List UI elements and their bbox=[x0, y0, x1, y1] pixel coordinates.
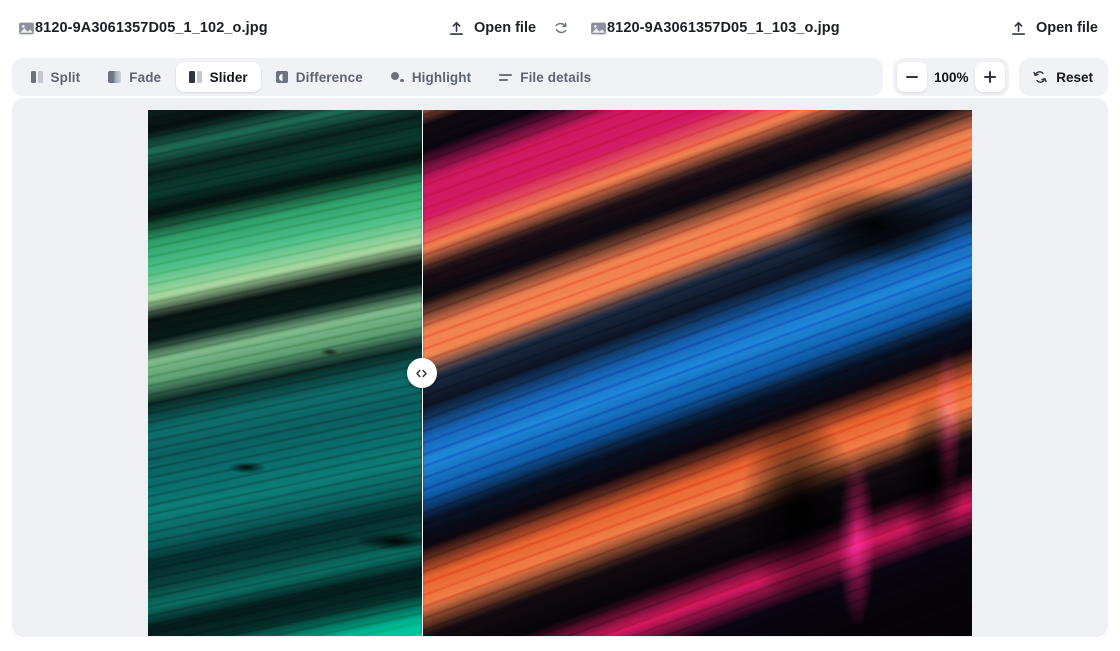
plus-icon bbox=[984, 71, 997, 83]
tab-file-details-label: File details bbox=[520, 69, 592, 85]
highlight-dots-icon bbox=[390, 71, 404, 83]
tab-fade-label: Fade bbox=[129, 69, 162, 85]
swap-arrow-icon bbox=[553, 20, 569, 36]
tab-highlight-label: Highlight bbox=[411, 69, 472, 85]
slider-handle[interactable] bbox=[406, 358, 437, 388]
slider-bars-icon bbox=[189, 71, 202, 83]
open-file-right-label: Open file bbox=[1035, 20, 1098, 36]
tab-slider[interactable]: Slider bbox=[176, 62, 261, 92]
header-bar: 8120-9A3061357D05_1_102_o.jpg Open file bbox=[0, 0, 1120, 56]
split-bars-icon bbox=[31, 71, 43, 83]
left-file-chip[interactable]: 8120-9A3061357D05_1_102_o.jpg bbox=[18, 20, 268, 37]
zoom-in-button[interactable] bbox=[975, 62, 1006, 92]
right-file-chip[interactable]: 8120-9A3061357D05_1_103_o.jpg bbox=[590, 20, 840, 37]
image-stage[interactable] bbox=[148, 110, 972, 636]
right-file-name: 8120-9A3061357D05_1_103_o.jpg bbox=[607, 20, 840, 36]
view-mode-tabs: Split Fade Slider Difference Highlight F… bbox=[12, 58, 884, 96]
zoom-level-value: 100% bbox=[933, 69, 969, 85]
tab-split[interactable]: Split bbox=[18, 62, 93, 92]
minus-icon bbox=[906, 76, 919, 78]
upload-icon bbox=[1010, 20, 1027, 37]
viewer-container bbox=[0, 98, 1120, 651]
difference-icon bbox=[275, 71, 288, 83]
fade-gradient-icon bbox=[108, 71, 122, 83]
swap-images-button[interactable] bbox=[550, 17, 572, 39]
tab-highlight[interactable]: Highlight bbox=[378, 62, 484, 92]
tab-difference-label: Difference bbox=[295, 69, 363, 85]
tab-fade[interactable]: Fade bbox=[95, 62, 174, 92]
image-icon bbox=[18, 20, 35, 37]
open-file-right-button[interactable]: Open file bbox=[1006, 16, 1102, 41]
comparison-viewer[interactable] bbox=[12, 98, 1108, 637]
refresh-icon bbox=[1032, 69, 1048, 85]
toolbar: Split Fade Slider Difference Highlight F… bbox=[0, 56, 1120, 98]
lines-icon bbox=[499, 73, 513, 81]
upload-icon bbox=[448, 20, 465, 37]
tab-slider-label: Slider bbox=[209, 69, 248, 85]
left-right-chevron-icon bbox=[414, 366, 429, 381]
tab-file-details[interactable]: File details bbox=[486, 62, 604, 92]
open-file-left-button[interactable]: Open file bbox=[444, 16, 540, 41]
tab-difference[interactable]: Difference bbox=[263, 62, 376, 92]
zoom-controls: 100% bbox=[893, 58, 1010, 96]
open-file-left-label: Open file bbox=[474, 20, 537, 36]
image-icon bbox=[590, 20, 607, 37]
reset-label: Reset bbox=[1056, 69, 1093, 85]
zoom-out-button[interactable] bbox=[897, 62, 928, 92]
reset-button[interactable]: Reset bbox=[1019, 58, 1108, 96]
left-file-name: 8120-9A3061357D05_1_102_o.jpg bbox=[35, 20, 268, 36]
image-compare-app: 8120-9A3061357D05_1_102_o.jpg Open file bbox=[0, 0, 1120, 651]
tab-split-label: Split bbox=[50, 69, 81, 85]
